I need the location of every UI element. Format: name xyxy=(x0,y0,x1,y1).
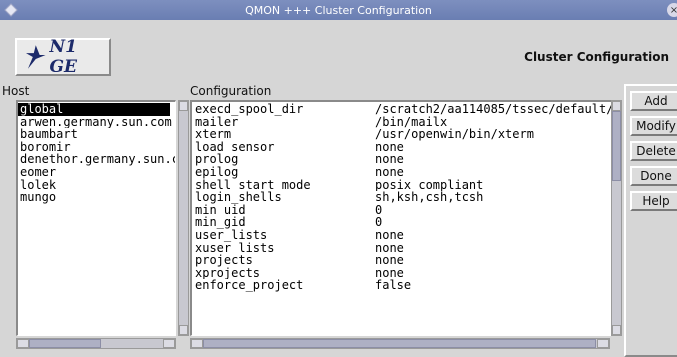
scroll-left-icon[interactable] xyxy=(17,339,29,348)
host-horizontal-scrollbar[interactable] xyxy=(16,338,176,349)
header: N1 GE Cluster Configuration xyxy=(0,20,677,78)
config-row[interactable]: enforce_project false xyxy=(192,279,612,292)
config-value: sh,ksh,csh,tcsh xyxy=(375,191,484,204)
scroll-down-icon[interactable] xyxy=(179,325,188,335)
delete-button[interactable]: Delete xyxy=(630,141,677,161)
config-row[interactable]: min_gid 0 xyxy=(192,216,612,229)
config-value: /usr/openwin/bin/xterm xyxy=(375,128,534,141)
config-key: shell_start_mode xyxy=(195,178,311,192)
config-key: min_gid xyxy=(195,216,246,229)
host-list-item[interactable]: baumbart xyxy=(18,128,175,141)
scroll-right-icon[interactable] xyxy=(597,339,609,348)
n1-mark-icon xyxy=(25,45,46,69)
window-title: QMON +++ Cluster Configuration xyxy=(245,3,432,17)
configuration-list[interactable]: execd_spool_dir/scratch2/aa114085/tssec/… xyxy=(190,100,613,336)
config-value: 0 xyxy=(375,216,383,229)
config-key: execd_spool_dir xyxy=(195,103,304,116)
config-key: projects xyxy=(195,254,253,267)
config-row[interactable]: min_uid 0 xyxy=(192,204,612,217)
config-row[interactable]: epilog none xyxy=(192,166,612,179)
page-title: Cluster Configuration xyxy=(524,50,669,64)
config-key: user_lists xyxy=(195,228,268,242)
host-list-item[interactable]: lolek xyxy=(18,179,175,192)
configuration-label: Configuration xyxy=(190,84,272,98)
config-key: enforce_project xyxy=(195,279,304,292)
config-row[interactable]: execd_spool_dir/scratch2/aa114085/tssec/… xyxy=(192,103,612,116)
config-row[interactable]: projects none xyxy=(192,254,612,267)
config-vscroll-thumb[interactable] xyxy=(612,111,621,181)
host-label: Host xyxy=(2,84,30,98)
window-titlebar[interactable]: QMON +++ Cluster Configuration × xyxy=(0,0,677,20)
close-icon[interactable]: × xyxy=(667,3,677,17)
scroll-up-icon[interactable] xyxy=(179,101,188,111)
config-value: /scratch2/aa114085/tssec/default/spool xyxy=(375,103,612,116)
config-key: xterm xyxy=(195,128,232,141)
logo-text: N1 GE xyxy=(49,37,78,77)
config-row[interactable]: mailer/bin/mailx xyxy=(192,116,612,129)
scroll-left-icon[interactable] xyxy=(191,339,203,348)
config-value: posix_compliant xyxy=(375,178,484,192)
config-row[interactable]: xprojects none xyxy=(192,267,612,280)
config-row[interactable]: shell_start_mode posix_compliant xyxy=(192,179,612,192)
modify-button[interactable]: Modify xyxy=(630,116,677,136)
config-value: none xyxy=(375,266,404,280)
config-row[interactable]: xuser_lists none xyxy=(192,242,612,255)
config-value: none xyxy=(375,140,404,154)
config-key: mailer xyxy=(195,115,239,129)
host-list-item[interactable]: denethor.germany.sun.com xyxy=(18,153,175,166)
config-value: /bin/mailx xyxy=(375,115,448,129)
host-vertical-scrollbar[interactable] xyxy=(178,100,189,336)
host-list-item[interactable]: boromir xyxy=(18,141,175,154)
config-key: load_sensor xyxy=(195,140,275,154)
host-list-item[interactable]: eomer xyxy=(18,166,175,179)
help-button[interactable]: Help xyxy=(630,191,677,211)
config-row[interactable]: prolog none xyxy=(192,153,612,166)
add-button[interactable]: Add xyxy=(630,91,677,111)
config-row[interactable]: user_lists none xyxy=(192,229,612,242)
done-button[interactable]: Done xyxy=(630,166,677,186)
host-hscroll-thumb[interactable] xyxy=(29,339,101,348)
config-hscroll-thumb[interactable] xyxy=(203,339,596,348)
config-row[interactable]: xterm/usr/openwin/bin/xterm xyxy=(192,128,612,141)
config-row[interactable]: login_shells sh,ksh,csh,tcsh xyxy=(192,191,612,204)
config-horizontal-scrollbar[interactable] xyxy=(190,338,610,349)
host-list-item[interactable]: mungo xyxy=(18,191,175,204)
scroll-right-icon[interactable] xyxy=(163,339,175,348)
config-row[interactable]: load_sensor none xyxy=(192,141,612,154)
config-value: none xyxy=(375,228,404,242)
config-key: prolog xyxy=(195,153,239,166)
config-value: none xyxy=(375,254,404,267)
host-list-item[interactable]: global xyxy=(18,103,170,116)
host-list-item[interactable]: arwen.germany.sun.com xyxy=(18,116,175,129)
config-vertical-scrollbar[interactable] xyxy=(611,100,622,336)
config-value: none xyxy=(375,165,404,179)
config-key: xprojects xyxy=(195,266,261,280)
config-key: min_uid xyxy=(195,203,246,217)
logo: N1 GE xyxy=(15,37,111,77)
config-key: epilog xyxy=(195,165,239,179)
config-value: 0 xyxy=(375,203,383,217)
config-key: login_shells xyxy=(195,191,282,204)
config-value: false xyxy=(375,279,412,292)
diamond-icon[interactable] xyxy=(4,3,18,17)
button-panel: Add Modify Delete Done Help xyxy=(624,84,677,357)
scroll-down-icon[interactable] xyxy=(612,325,621,335)
config-value: none xyxy=(375,241,404,255)
config-key: xuser_lists xyxy=(195,241,275,255)
config-value: none xyxy=(375,153,404,166)
host-list[interactable]: global arwen.germany.sun.com baumbart borom… xyxy=(16,100,176,336)
scroll-up-icon[interactable] xyxy=(612,101,621,111)
